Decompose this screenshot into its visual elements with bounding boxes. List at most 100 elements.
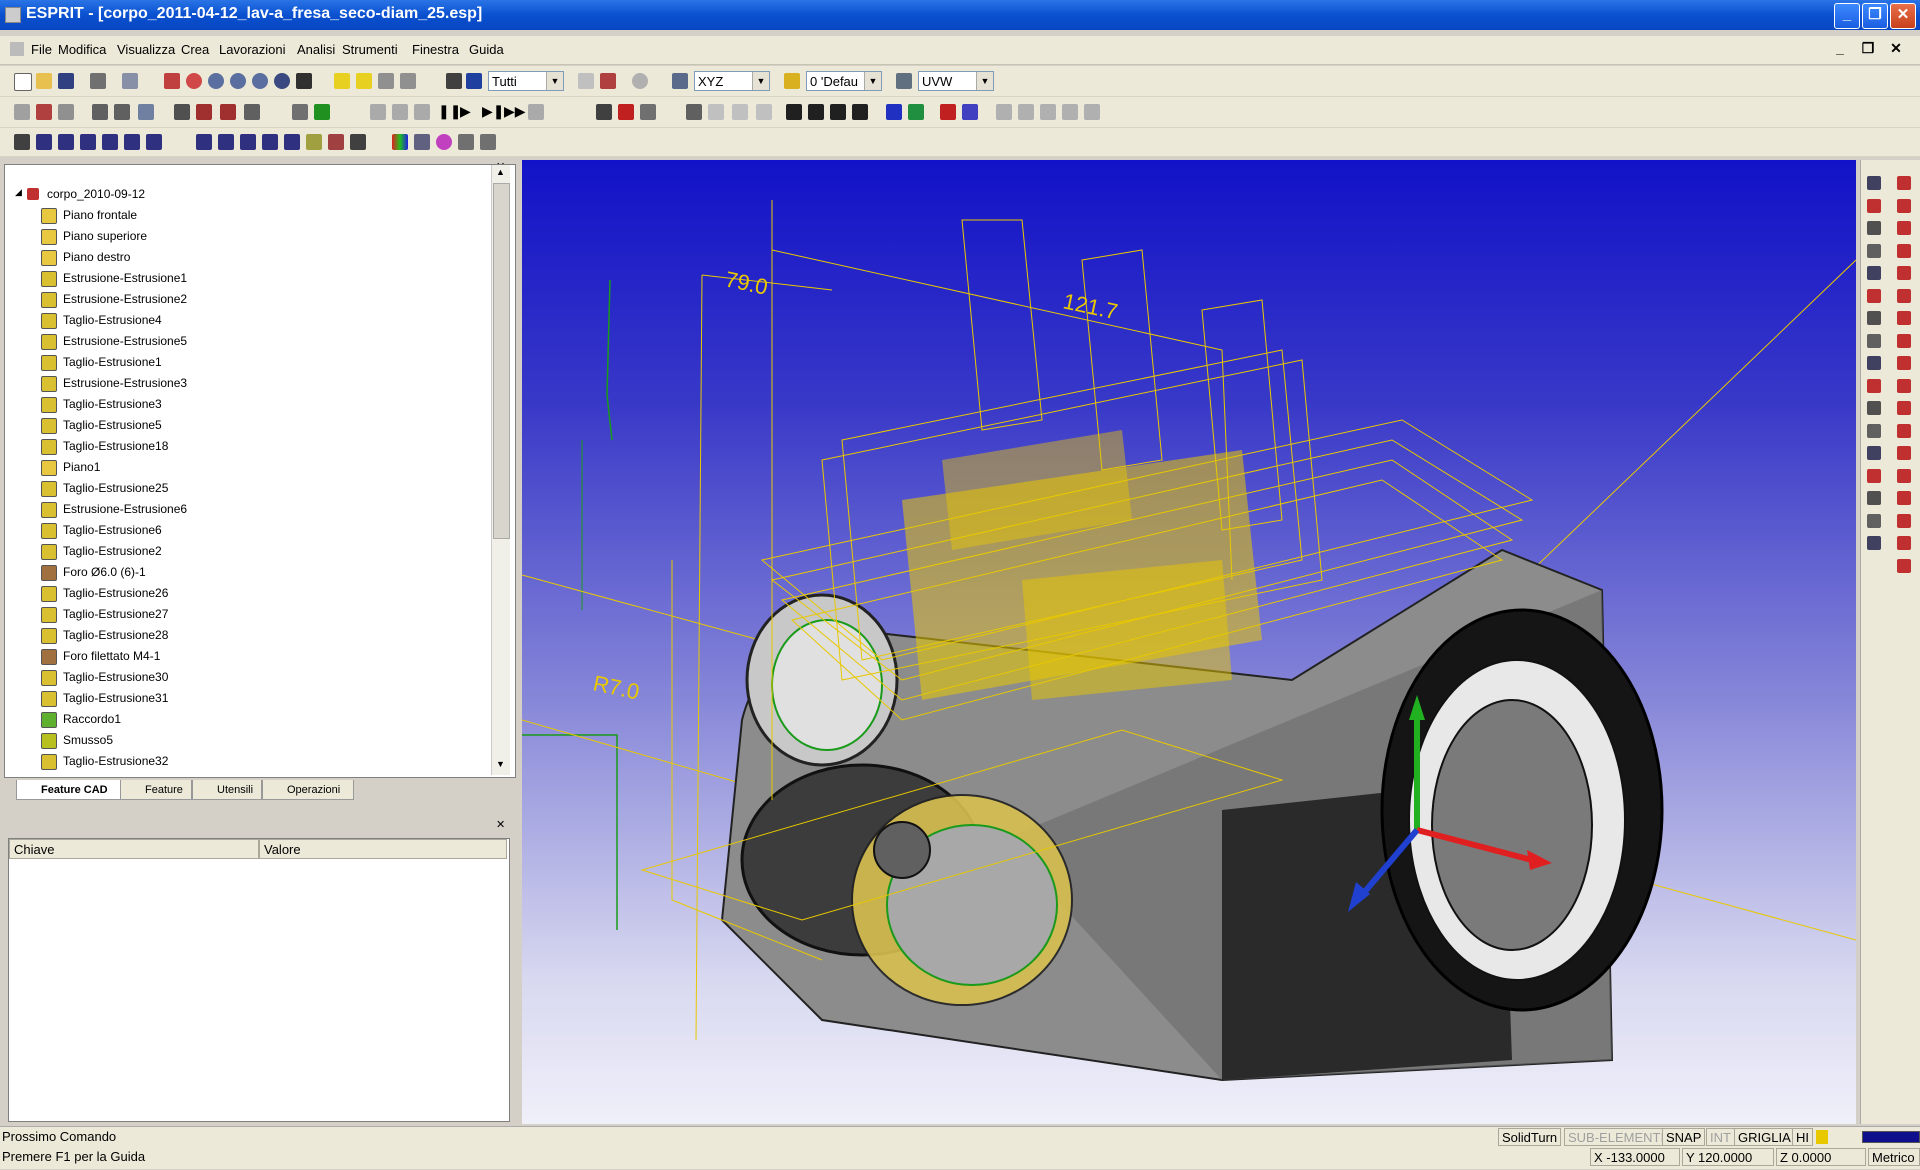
feature-hole-icon[interactable] [58,134,74,150]
draw-tool-icon[interactable] [1897,378,1911,393]
draw-tool-icon[interactable] [1867,311,1881,325]
menu-file[interactable]: File [31,42,52,57]
table-icon[interactable] [852,104,868,120]
dimension-79[interactable]: 79.0 [723,266,770,299]
cut-gray2-icon[interactable] [1018,104,1034,120]
color-palette-icon[interactable] [392,134,408,150]
stock-view-icon[interactable] [908,104,924,120]
hi-toggle[interactable]: HI [1792,1128,1813,1146]
nc-code-icon[interactable] [292,104,308,120]
mode-solidturn[interactable]: SolidTurn [1498,1128,1562,1146]
draw-tool-icon[interactable] [1867,356,1881,370]
tab-feature-cad[interactable]: Feature CAD [16,780,128,800]
tool-icon[interactable] [174,104,190,120]
open-icon[interactable] [36,73,52,89]
shade-icon[interactable] [334,73,350,89]
feature-start-icon[interactable] [328,134,344,150]
uvw-icon[interactable] [896,73,912,89]
menu-visualizza[interactable]: Visualizza [117,42,175,57]
solid-view-icon[interactable] [886,104,902,120]
scroll-down-icon[interactable]: ▼ [496,759,505,769]
rough-icon[interactable] [220,104,236,120]
feature-auto-icon[interactable] [196,134,212,150]
draw-tool-icon[interactable] [1867,536,1881,550]
feature-order-icon[interactable] [350,134,366,150]
menu-strumenti[interactable]: Strumenti [342,42,398,57]
compare-icon[interactable] [940,104,956,120]
grid-toggle[interactable]: GRIGLIA [1734,1128,1795,1146]
draw-tool-icon[interactable] [1897,401,1911,415]
cut-gray5-icon[interactable] [1084,104,1100,120]
draw-tool-icon[interactable] [1897,558,1911,573]
dimension-r7[interactable]: R7.0 [591,670,642,704]
cut-gray4-icon[interactable] [1062,104,1078,120]
simulation-icon[interactable] [314,104,330,120]
gray-icon[interactable] [708,104,724,120]
measure-icon[interactable] [686,104,702,120]
workplane-icon[interactable] [672,73,688,89]
selection-filter-select[interactable]: Tutti ▼ [488,71,564,91]
draw-tool-icon[interactable] [1897,423,1911,438]
sim-rewind-icon[interactable] [392,104,408,120]
minimize-button[interactable]: _ [1834,3,1860,29]
milling-icon[interactable] [36,104,52,120]
mode-sub-elements[interactable]: SUB-ELEMENTI [1564,1128,1669,1146]
point-icon[interactable] [436,134,452,150]
color-icon[interactable] [962,104,978,120]
feature-trim-icon[interactable] [262,134,278,150]
feature-split-icon[interactable] [240,134,256,150]
tab-operazioni[interactable]: Operazioni [262,780,354,800]
menu-lavorazioni[interactable]: Lavorazioni [219,42,286,57]
maximize-button[interactable]: ❐ [1862,3,1888,29]
cut-gray3-icon[interactable] [1040,104,1056,120]
close-button[interactable]: ✕ [1890,3,1916,29]
menu-guida[interactable]: Guida [469,42,504,57]
col-value[interactable]: Valore [259,839,507,859]
zoom-out-icon[interactable] [230,73,246,89]
feature-turn-icon[interactable] [124,134,140,150]
graphics-viewport[interactable]: 79.0 121.7 R7.0 [522,160,1856,1124]
draw-tool-icon[interactable] [1897,311,1911,325]
shade-edges-icon[interactable] [356,73,372,89]
delete-icon[interactable] [600,73,616,89]
new-icon[interactable] [14,73,32,91]
menu-modifica[interactable]: Modifica [58,42,106,57]
feature-pattern-icon[interactable] [80,134,96,150]
tab-utensili[interactable]: Utensili [192,780,262,800]
copy-icon[interactable] [122,73,138,89]
sim-step-back-icon[interactable] [414,104,430,120]
chuck-icon[interactable] [808,104,824,120]
feature-pocket-icon[interactable] [36,134,52,150]
draw-tool-icon[interactable] [1897,266,1911,280]
uvw-select[interactable]: UVW ▼ [918,71,994,91]
draw-tool-icon[interactable] [1867,491,1881,505]
draw-tool-icon[interactable] [1897,536,1911,550]
angle-icon[interactable] [458,134,474,150]
pocket-icon[interactable] [92,104,108,120]
cut-gray-icon[interactable] [996,104,1012,120]
draw-tool-icon[interactable] [1897,446,1911,460]
sim-options-icon[interactable] [528,104,544,120]
feature-reverse-icon[interactable] [306,134,322,150]
properties-close-icon[interactable]: ✕ [496,818,505,831]
draw-tool-icon[interactable] [1867,198,1881,213]
menu-analisi[interactable]: Analisi [297,42,335,57]
tree-scrollbar[interactable]: ▲ ▼ [491,165,510,775]
tree-scroll-thumb[interactable] [493,183,510,539]
draw-tool-icon[interactable] [1897,243,1911,258]
feature-grid-icon[interactable] [218,134,234,150]
cad-model-view[interactable]: 79.0 121.7 R7.0 [522,160,1856,1124]
layer-select[interactable]: 0 'Defau ▼ [806,71,882,91]
draw-tool-icon[interactable] [1867,423,1881,438]
draw-tool-icon[interactable] [1897,288,1911,303]
draw-tool-icon[interactable] [1867,513,1881,528]
turning-icon[interactable] [14,104,30,120]
undo-icon[interactable] [578,73,594,89]
contour-icon[interactable] [114,104,130,120]
fixture-icon[interactable] [786,104,802,120]
draw-tool-icon[interactable] [1897,333,1911,348]
layer-icon[interactable] [784,73,800,89]
draw-tool-icon[interactable] [1867,266,1881,280]
wireframe-icon[interactable] [378,73,394,89]
draw-tool-icon[interactable] [1897,491,1911,505]
